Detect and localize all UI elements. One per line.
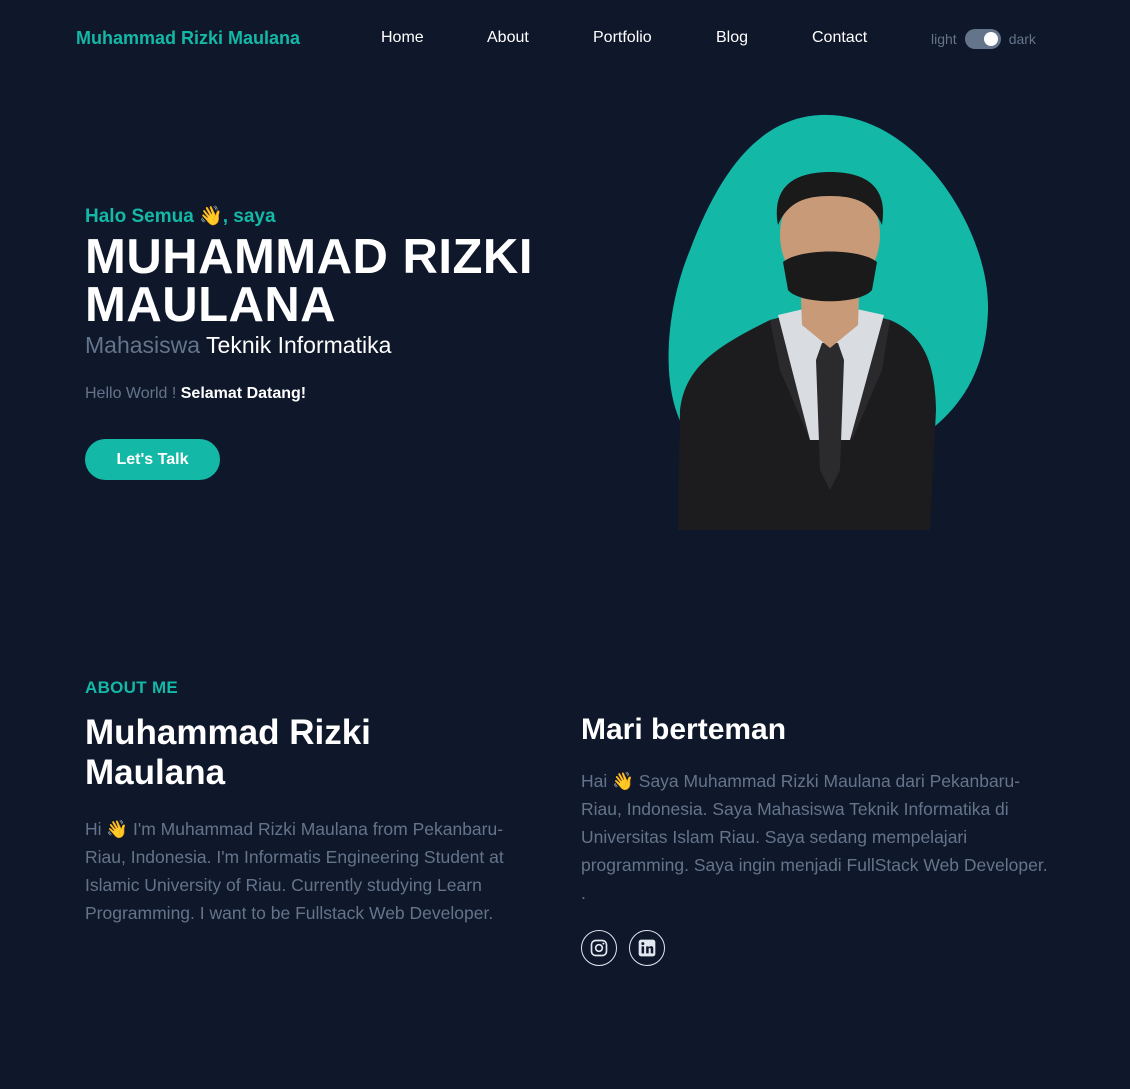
instagram-icon	[590, 939, 608, 957]
tie	[816, 343, 844, 490]
instagram-link[interactable]	[581, 930, 617, 966]
friends-title: Mari berteman	[581, 713, 787, 746]
profile-photo	[668, 114, 989, 530]
page: Muhammad Rizki Maulana Home About Portfo…	[0, 0, 1130, 1089]
linkedin-link[interactable]	[629, 930, 665, 966]
welcome-text: Selamat Datang!	[180, 385, 307, 402]
theme-dark-label: dark	[1008, 31, 1036, 47]
about-text: Hi 👋 I'm Muhammad Rizki Maulana from Pek…	[85, 819, 504, 923]
nav-contact[interactable]: Contact	[812, 29, 867, 47]
lets-talk-button[interactable]: Let's Talk	[85, 439, 220, 480]
nav-home[interactable]: Home	[381, 29, 424, 47]
switch-knob	[983, 32, 998, 46]
theme-light-label: light	[931, 31, 957, 47]
hero-greeting: Halo Semua 👋, saya	[85, 206, 276, 227]
dark-mode-switch[interactable]	[964, 29, 1001, 49]
face-mask	[783, 251, 877, 302]
nav-portfolio[interactable]: Portfolio	[593, 29, 652, 47]
hero-role-prefix: Mahasiswa	[85, 332, 201, 358]
nav-about[interactable]: About	[487, 29, 529, 47]
friends-text: Hai 👋 Saya Muhammad Rizki Maulana dari P…	[581, 771, 1048, 903]
brand-logo[interactable]: Muhammad Rizki Maulana	[76, 28, 300, 49]
hero-role-field: Teknik Informatika	[206, 332, 392, 358]
theme-toggle: light dark	[931, 28, 1036, 50]
about-title: Muhammad Rizki Maulana	[85, 713, 371, 792]
hello-world-text: Hello World !	[85, 385, 177, 402]
hero-role: Mahasiswa Teknik Informatika	[85, 332, 391, 359]
hero-welcome: Hello World ! Selamat Datang!	[85, 385, 306, 403]
linkedin-icon	[638, 939, 656, 957]
nav-blog[interactable]: Blog	[716, 29, 748, 47]
about-eyebrow: ABOUT ME	[85, 678, 179, 697]
hero-name: MUHAMMAD RIZKI MAULANA	[85, 230, 533, 332]
